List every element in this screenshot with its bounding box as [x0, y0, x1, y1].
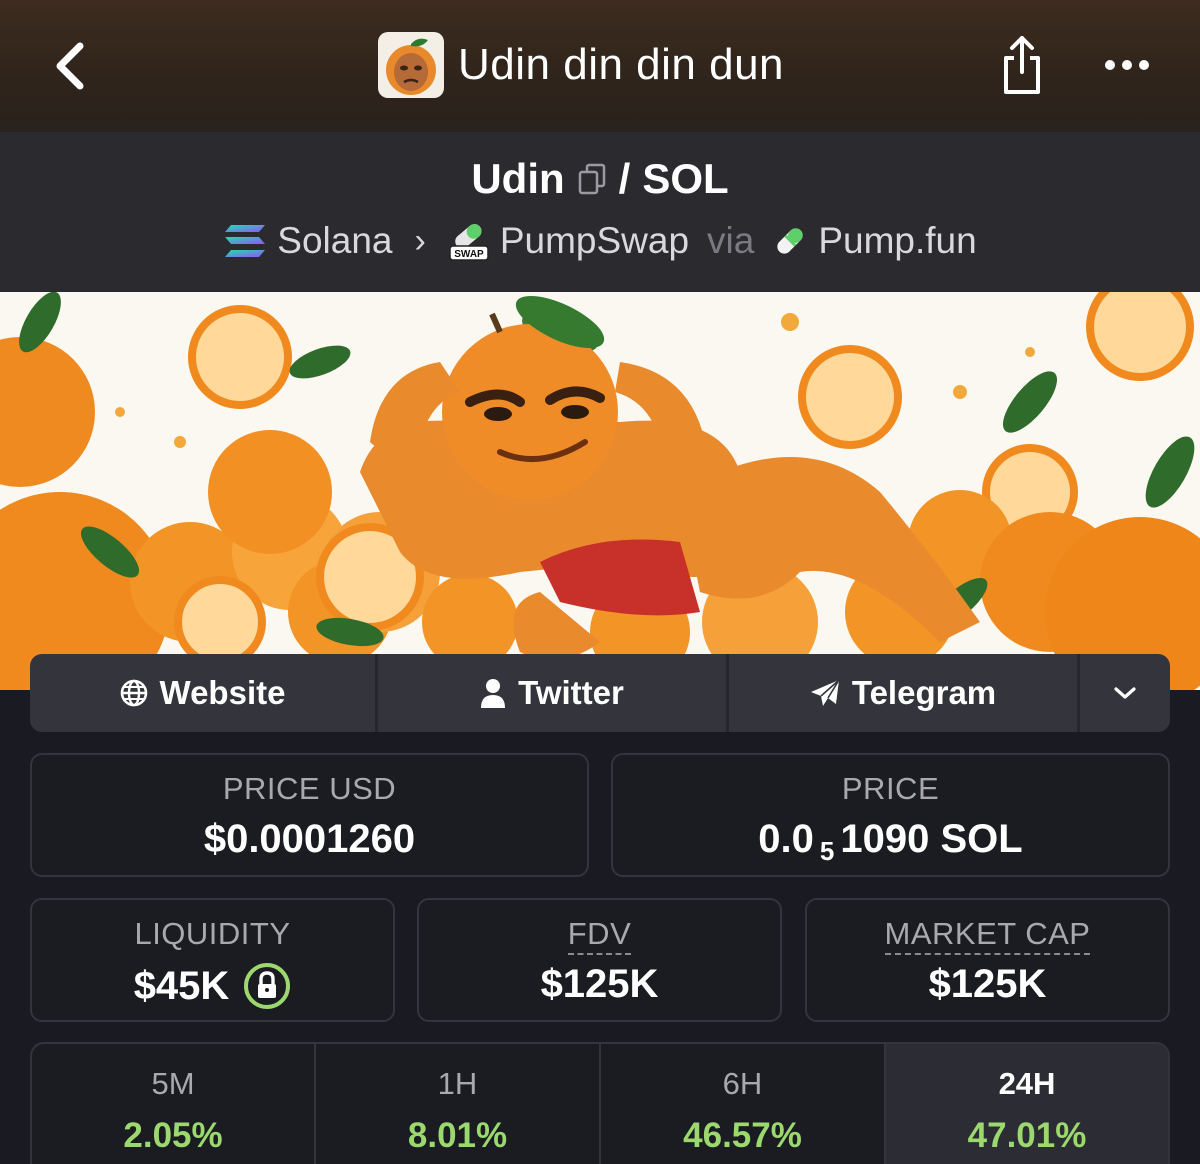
token-avatar [378, 32, 444, 98]
top-bar: Udin din din dun [0, 0, 1200, 132]
pumpswap-icon: SWAP [449, 224, 489, 261]
liquidity-card: LIQUIDITY $45K [30, 898, 395, 1022]
chevron-down-icon [1114, 687, 1136, 699]
market-cap-label: MARKET CAP [884, 916, 1091, 955]
website-label: Website [159, 674, 286, 711]
token-banner-image [0, 292, 1200, 690]
share-icon [1004, 36, 1040, 94]
price-usd-value: $0.0001260 [203, 817, 416, 861]
price-native-card: PRICE 0.0 5 1090 SOL [611, 753, 1170, 877]
solana-icon [225, 225, 266, 257]
pumpswap-badge: SWAP [454, 249, 484, 260]
paper-plane-icon [810, 679, 840, 706]
globe-icon [120, 679, 147, 707]
tab-24h[interactable]: 24H 47.01% [886, 1044, 1168, 1164]
twitter-button[interactable]: Twitter [378, 654, 729, 732]
chain-breadcrumb: Solana › SWAP PumpSwap via Pump.fun [0, 218, 1200, 264]
chain-name: Solana [277, 220, 393, 261]
fdv-value: $125K [540, 962, 659, 1006]
price-change-value: 8.01% [407, 1116, 508, 1155]
market-cap-value: $125K [928, 962, 1047, 1006]
liquidity-lock-button[interactable] [243, 962, 291, 1010]
price-change-value: 2.05% [123, 1116, 223, 1155]
liquidity-value-row: $45K [32, 962, 393, 1010]
tab-6h[interactable]: 6H 46.57% [601, 1044, 886, 1164]
pair-quote-symbol: SOL [642, 155, 729, 202]
tab-5m[interactable]: 5M 2.05% [32, 1044, 316, 1164]
timeframe-label: 1H [437, 1066, 478, 1101]
telegram-label: Telegram [851, 674, 997, 711]
price-prefix: 0.0 [758, 817, 814, 861]
pair-base-symbol: Udin [471, 155, 565, 202]
token-title: Udin din din dun [458, 40, 785, 89]
launchpad-link[interactable]: Pump.fun [772, 220, 977, 262]
fdv-label: FDV [567, 916, 632, 955]
price-change-value: 47.01% [967, 1116, 1087, 1155]
pill-icon [777, 228, 804, 254]
timeframe-tabs: 5M 2.05% 1H 8.01% 6H 46.57% 24H 47.01% [30, 1042, 1170, 1164]
market-cap-card[interactable]: MARKET CAP $125K [805, 898, 1170, 1022]
price-digits: 1090 SOL [840, 817, 1023, 861]
via-text: via [707, 220, 755, 261]
price-zero-count: 5 [819, 836, 835, 866]
price-change-value: 46.57% [683, 1116, 802, 1155]
fdv-card[interactable]: FDV $125K [417, 898, 782, 1022]
share-button[interactable] [992, 32, 1052, 98]
more-icon [1105, 60, 1149, 70]
liquidity-label: LIQUIDITY [134, 916, 291, 951]
token-header: Udin din din dun [378, 32, 784, 98]
twitter-label: Twitter [518, 674, 624, 711]
price-usd-label: PRICE USD [222, 771, 397, 806]
launchpad-name: Pump.fun [818, 220, 977, 261]
tab-1h[interactable]: 1H 8.01% [316, 1044, 601, 1164]
copy-icon [578, 163, 605, 195]
liquidity-value: $45K [133, 963, 230, 1008]
timeframe-label: 5M [151, 1066, 195, 1101]
pair-header: Udin / SOL Solana › SWAP PumpSwap via Pu… [0, 132, 1200, 292]
more-button[interactable] [1096, 40, 1158, 90]
pair-line: Udin / SOL [0, 154, 1200, 204]
price-native-value: 0.0 5 1090 SOL [613, 817, 1168, 866]
copy-address-button[interactable] [577, 162, 607, 196]
back-button[interactable] [40, 36, 100, 96]
telegram-button[interactable]: Telegram [729, 654, 1080, 732]
dex-link[interactable]: SWAP PumpSwap [448, 220, 689, 262]
user-icon [481, 679, 506, 708]
fdv-label-wrap: FDV [419, 916, 780, 955]
price-native-label: PRICE [841, 771, 940, 806]
chevron-left-icon [56, 42, 84, 90]
pair-separator: / [618, 155, 631, 202]
token-page: Udin din din dun Udin / SOL Solana › SWA… [0, 0, 1200, 1164]
breadcrumb-chevron-icon: › [414, 221, 426, 260]
website-button[interactable]: Website [30, 654, 378, 732]
market-cap-label-wrap: MARKET CAP [807, 916, 1168, 955]
expand-socials-button[interactable] [1080, 654, 1170, 732]
lock-icon [244, 963, 291, 1009]
price-usd-card: PRICE USD $0.0001260 [30, 753, 589, 877]
chain-link[interactable]: Solana [223, 220, 392, 262]
dex-name: PumpSwap [499, 220, 690, 261]
social-links: Website Twitter Telegram [30, 654, 1170, 732]
timeframe-label: 6H [722, 1066, 763, 1101]
timeframe-label: 24H [998, 1066, 1056, 1101]
